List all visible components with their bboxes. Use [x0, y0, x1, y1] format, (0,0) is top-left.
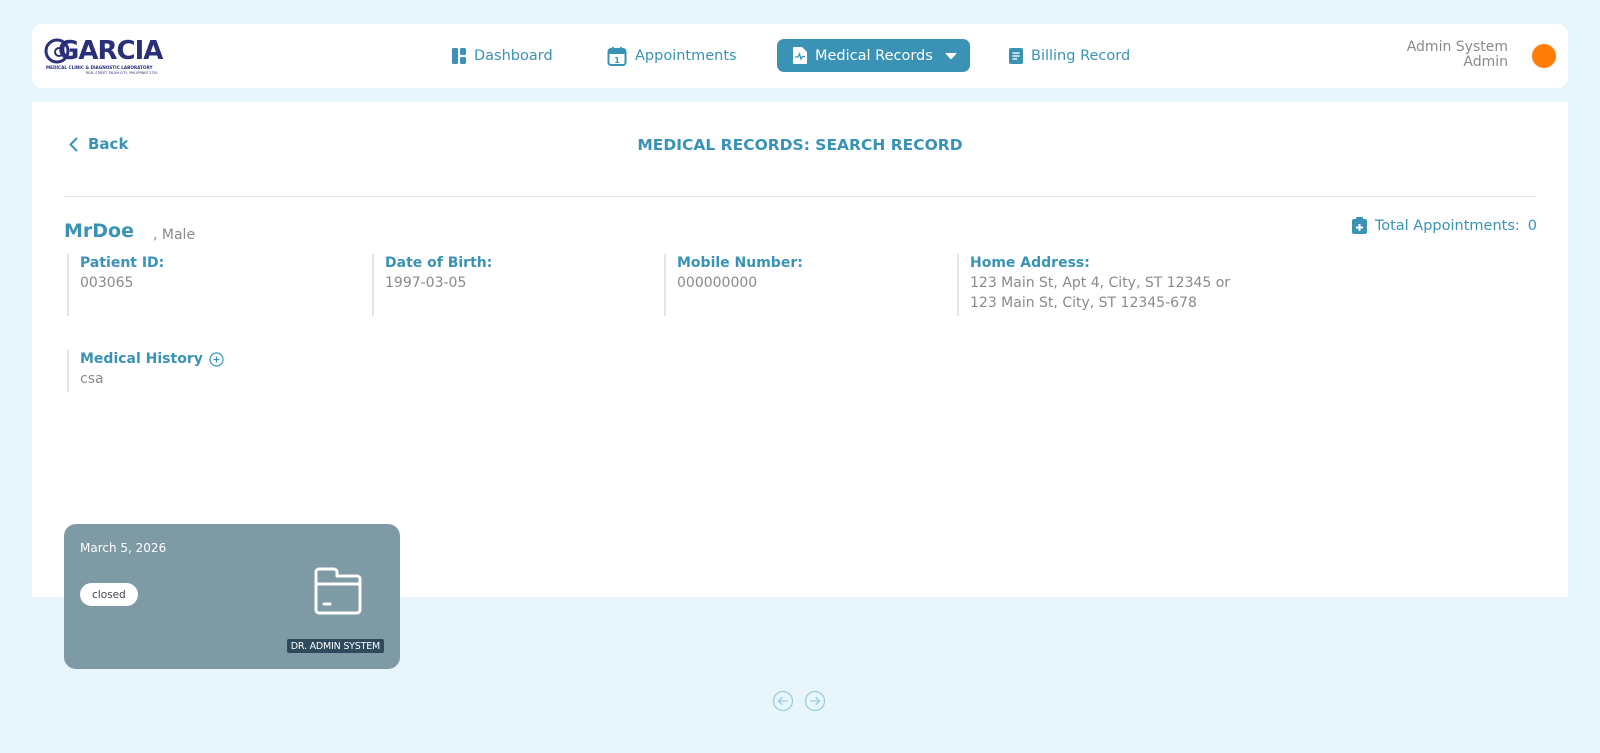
user-name: Admin System [1406, 39, 1508, 55]
date-of-birth-field: Date of Birth: 1997-03-05 [372, 254, 662, 316]
arrow-right-circle-icon [804, 690, 826, 712]
date-of-birth-label: Date of Birth: [385, 255, 493, 271]
mobile-number-value: 000000000 [677, 275, 758, 291]
avatar[interactable] [1532, 44, 1556, 68]
folder-icon [314, 567, 362, 615]
patient-name: MrDoe [64, 220, 134, 242]
top-navbar: GARCIA MEDICAL CLINIC & DIAGNOSTIC LABOR… [32, 24, 1568, 88]
nav-billing-record[interactable]: Billing Record [1009, 39, 1130, 72]
home-address-label: Home Address: [970, 255, 1090, 271]
main-nav: Dashboard 1 Appointments Medical Records [32, 24, 1568, 88]
total-appointments-count: 0 [1527, 217, 1537, 234]
nav-medical-records-label: Medical Records [815, 47, 933, 64]
nav-appointments[interactable]: 1 Appointments [607, 39, 737, 72]
total-appointments: Total Appointments: 0 [1351, 217, 1537, 234]
medical-history-label: Medical History [80, 351, 203, 367]
pagination [772, 690, 826, 712]
add-circle-icon[interactable] [209, 351, 224, 367]
main-panel: Back MEDICAL RECORDS: SEARCH RECORD MrDo… [32, 102, 1568, 597]
nav-medical-records[interactable]: Medical Records [777, 39, 970, 72]
mobile-number-label: Mobile Number: [677, 255, 803, 271]
medical-history-field: Medical History csa [67, 350, 224, 392]
patient-id-value: 003065 [80, 275, 134, 291]
nav-dashboard-label: Dashboard [474, 47, 553, 64]
medical-history-label-row: Medical History [80, 350, 224, 368]
calendar-icon: 1 [607, 46, 627, 66]
home-address-field: Home Address: 123 Main St, Apt 4, City, … [957, 254, 1247, 316]
user-info[interactable]: Admin System Admin [1407, 40, 1508, 70]
nav-billing-record-label: Billing Record [1031, 47, 1131, 64]
patient-id-field: Patient ID: 003065 [67, 254, 367, 316]
nav-appointments-label: Appointments [635, 47, 737, 64]
status-badge: closed [80, 583, 138, 606]
total-appointments-label: Total Appointments: [1374, 217, 1520, 234]
home-address-value: 123 Main St, Apt 4, City, ST 12345 or 12… [970, 275, 1231, 311]
patient-id-label: Patient ID: [80, 255, 165, 271]
arrow-left-circle-icon [772, 690, 794, 712]
medical-file-icon [793, 47, 807, 64]
nav-dashboard[interactable]: Dashboard [452, 39, 553, 72]
user-role: Admin [1463, 54, 1508, 70]
record-date: March 5, 2026 [80, 541, 167, 555]
medical-history-value: csa [80, 371, 104, 387]
doctor-badge: DR. ADMIN SYSTEM [286, 639, 384, 653]
divider [64, 196, 1536, 197]
record-card[interactable]: March 5, 2026 closed DR. ADMIN SYSTEM [64, 524, 400, 669]
next-page-button[interactable] [804, 690, 826, 712]
prev-page-button[interactable] [772, 690, 794, 712]
date-of-birth-value: 1997-03-05 [385, 275, 467, 291]
calendar-plus-icon [1351, 217, 1367, 234]
page-title: MEDICAL RECORDS: SEARCH RECORD [637, 136, 963, 154]
svg-text:1: 1 [614, 56, 620, 65]
mobile-number-field: Mobile Number: 000000000 [664, 254, 954, 316]
patient-sex: , Male [153, 227, 196, 243]
chevron-down-icon [945, 51, 957, 59]
dashboard-icon [452, 47, 466, 64]
document-icon [1009, 47, 1023, 64]
